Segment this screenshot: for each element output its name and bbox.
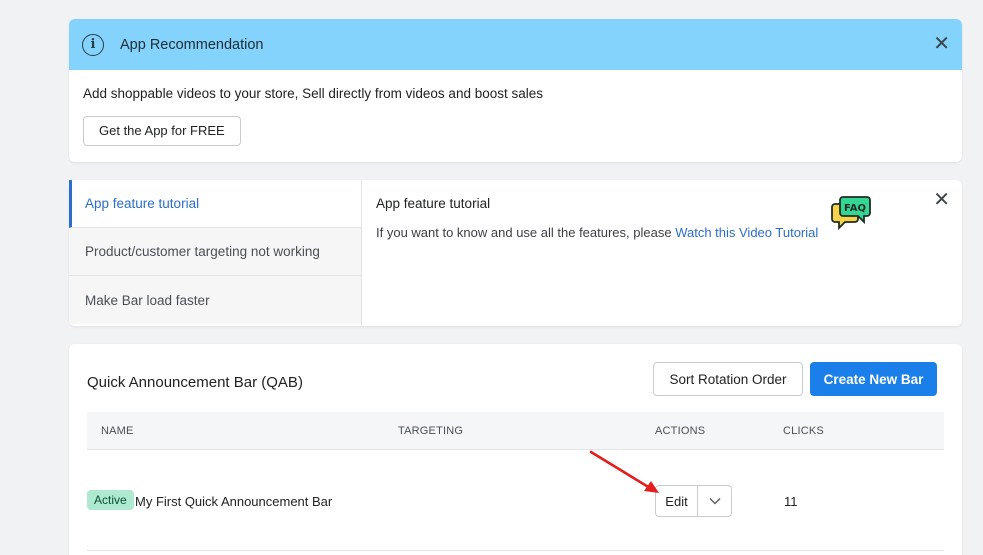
faq-illustration-icon: FAQ [831, 195, 873, 238]
bar-name: My First Quick Announcement Bar [135, 494, 333, 509]
clicks-count: 11 [784, 494, 798, 509]
faq-tab-feature-tutorial[interactable]: App feature tutorial [69, 180, 361, 228]
faq-description: If you want to know and use all the feat… [376, 225, 676, 240]
faq-content: App feature tutorial If you want to know… [376, 196, 818, 240]
status-badge: Active [87, 490, 134, 510]
app-recommendation-banner: i App Recommendation ✕ Add shoppable vid… [69, 19, 962, 162]
qab-title: Quick Announcement Bar (QAB) [87, 374, 303, 391]
faq-tab-list: App feature tutorial Product/customer ta… [69, 180, 362, 326]
banner-body: Add shoppable videos to your store, Sell… [69, 70, 962, 162]
faq-tab-targeting[interactable]: Product/customer targeting not working [69, 228, 361, 276]
sort-rotation-order-button[interactable]: Sort Rotation Order [653, 362, 803, 396]
faq-illustration-label: FAQ [844, 203, 866, 214]
create-new-bar-button[interactable]: Create New Bar [810, 362, 937, 396]
get-app-button[interactable]: Get the App for FREE [83, 116, 241, 146]
chevron-down-icon [708, 497, 721, 505]
column-header-targeting: TARGETING [398, 425, 464, 437]
table-header: NAME TARGETING ACTIONS CLICKS [87, 412, 944, 450]
faq-tab-load-faster[interactable]: Make Bar load faster [69, 276, 361, 324]
faq-content-text: If you want to know and use all the feat… [376, 225, 818, 240]
table-row: Active My First Quick Announcement Bar E… [87, 451, 944, 551]
close-icon[interactable]: ✕ [933, 190, 950, 210]
banner-title: App Recommendation [120, 36, 264, 53]
qab-card: Quick Announcement Bar (QAB) Sort Rotati… [69, 344, 962, 555]
faq-card: App feature tutorial Product/customer ta… [69, 180, 962, 326]
edit-button[interactable]: Edit [656, 486, 698, 516]
column-header-clicks: CLICKS [783, 425, 824, 437]
more-actions-dropdown[interactable] [698, 486, 731, 516]
video-tutorial-link[interactable]: Watch this Video Tutorial [675, 225, 818, 240]
info-icon: i [82, 33, 104, 56]
column-header-actions: ACTIONS [655, 425, 706, 437]
faq-content-title: App feature tutorial [376, 196, 491, 211]
column-header-name: NAME [101, 425, 134, 437]
banner-text: Add shoppable videos to your store, Sell… [83, 86, 544, 101]
banner-header: i App Recommendation ✕ [69, 19, 962, 70]
close-icon[interactable]: ✕ [933, 34, 950, 54]
action-button-group: Edit [655, 485, 732, 517]
